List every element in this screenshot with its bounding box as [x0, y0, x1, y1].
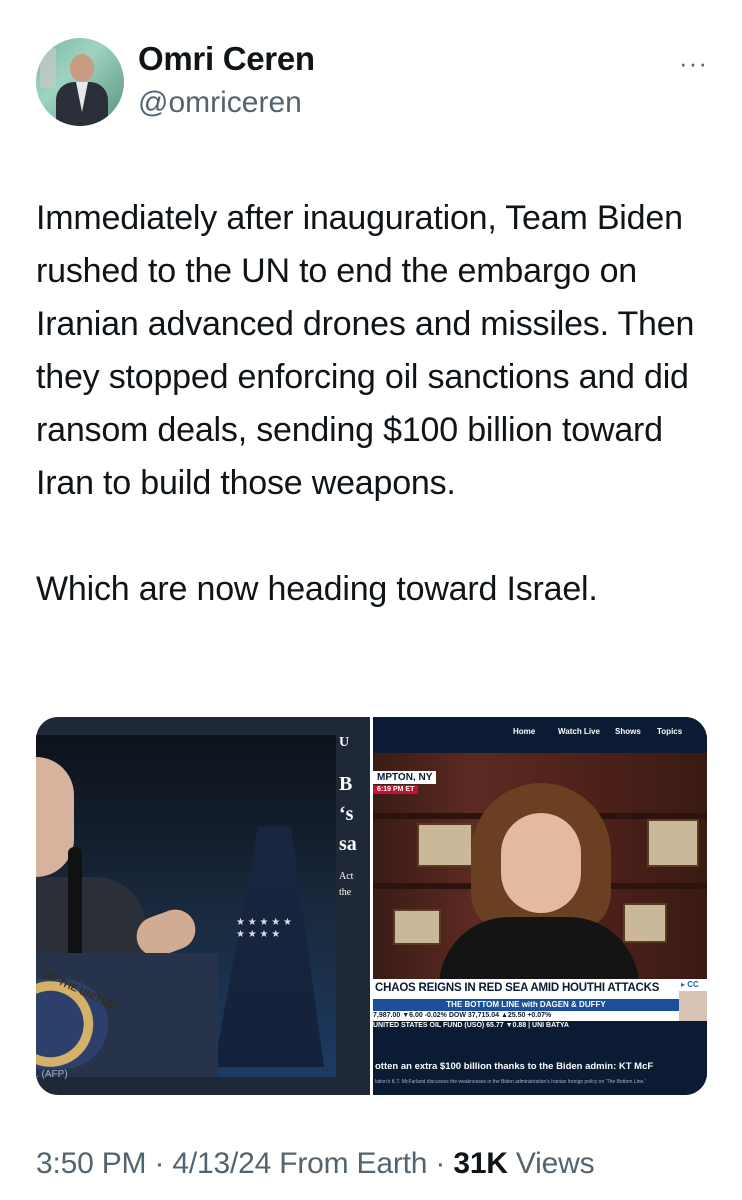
picture-frame — [393, 909, 441, 945]
tweet-header: Omri Ceren @omriceren ··· — [36, 36, 716, 136]
video-subtitle: lation's K.T. McFarland discusses the we… — [375, 1079, 646, 1085]
media-image-right[interactable]: Home Watch Live Shows Topics MPTON, NY 6… — [373, 717, 707, 1095]
tweet-text: Immediately after inauguration, Team Bid… — [36, 199, 695, 608]
post-date[interactable]: 4/13/24 — [172, 1147, 271, 1180]
stock-ticker: UNITED STATES OIL FUND (USO) 65.77 ▼0.88… — [373, 1021, 707, 1031]
time-tag: 6:19 PM ET — [373, 785, 419, 794]
show-banner: THE BOTTOM LINE with DAGEN & DUFFY — [373, 999, 679, 1011]
separator: · — [427, 1147, 454, 1180]
picture-frame — [647, 819, 699, 867]
separator: · — [146, 1147, 173, 1180]
picture-frame — [417, 823, 473, 867]
article-letter-2: ‘s — [339, 803, 354, 825]
media-grid: ★ ★ ★ ★ ★ ★ ★ ★ ★ OF THE UNITED U B ‘s s… — [36, 717, 707, 1095]
post-source: From Earth — [271, 1147, 428, 1180]
nav-home: Home — [513, 727, 536, 736]
avatar-background-flag — [40, 48, 56, 88]
author-handle[interactable]: @omriceren — [138, 86, 302, 120]
microphone — [68, 847, 82, 957]
article-glyph: U — [339, 735, 350, 750]
article-letter-1: B — [339, 773, 353, 795]
lower-third-text: otten an extra $100 billion thanks to th… — [375, 1061, 654, 1072]
views-label[interactable]: Views — [508, 1147, 595, 1180]
nav-topics: Topics — [657, 727, 683, 736]
article-small-2: the — [339, 887, 352, 898]
author-name[interactable]: Omri Ceren — [138, 40, 315, 78]
guest-face — [501, 813, 581, 913]
more-options-icon[interactable]: ··· — [679, 48, 708, 79]
flag-stars: ★ ★ ★ ★ ★ ★ ★ ★ ★ — [236, 917, 292, 940]
article-letter-3: sa — [339, 833, 357, 855]
tweet-meta: 3:50 PM · 4/13/24 From Earth · 31K Views — [36, 1147, 595, 1181]
avatar-head — [70, 54, 94, 82]
post-time[interactable]: 3:50 PM — [36, 1147, 147, 1180]
broadcast-nav: Home Watch Live Shows Topics — [373, 717, 707, 753]
location-tag: MPTON, NY — [373, 771, 437, 784]
avatar[interactable] — [36, 38, 124, 126]
media-image-left[interactable]: ★ ★ ★ ★ ★ ★ ★ ★ ★ OF THE UNITED U B ‘s s… — [36, 717, 370, 1095]
cc-badge: ▸ CC — [679, 979, 707, 991]
news-headline: CHAOS REIGNS IN RED SEA AMID HOUTHI ATTA… — [373, 979, 679, 999]
guest-thumbnail — [679, 991, 707, 1023]
picture-frame — [623, 903, 667, 943]
photo-caption: . (AFP) — [36, 1069, 68, 1080]
nav-shows: Shows — [615, 727, 641, 736]
market-ticker: 7,987.00 ▼6.00 -0.02% DOW 37,715.04 ▲25.… — [373, 1011, 679, 1021]
views-count[interactable]: 31K — [453, 1147, 508, 1180]
nav-watch-live: Watch Live — [558, 727, 600, 736]
article-small-1: Act — [339, 871, 354, 882]
